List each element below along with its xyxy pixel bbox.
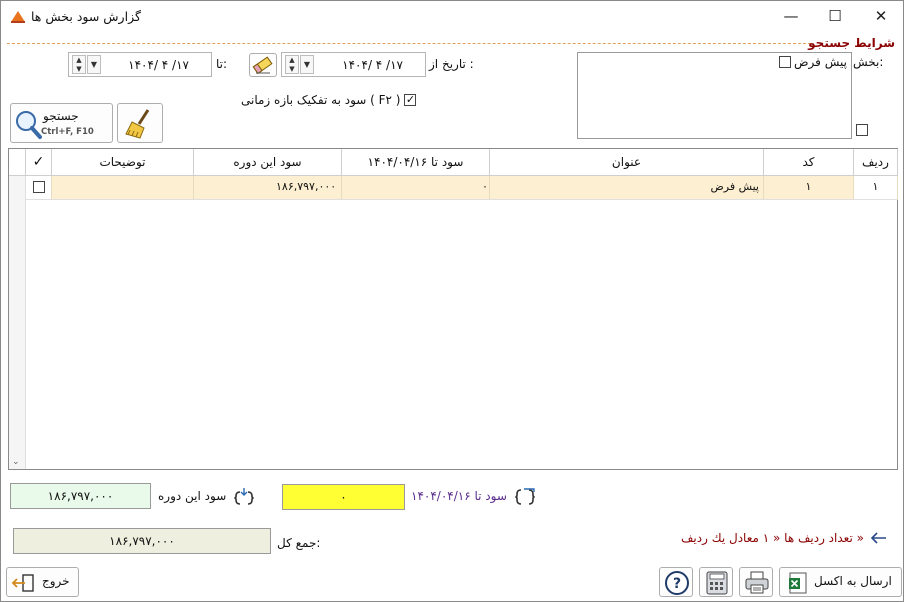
row-count-text: تعداد ردیف ها « ۱ معادل یك ردیف » [681,531,864,545]
export-excel-label: ارسال به اکسل [814,574,892,588]
exit-button[interactable]: خروج [6,567,79,597]
close-button[interactable]: ✕ [859,3,903,31]
cell-profit-until[interactable]: ۰ [342,176,490,200]
cell-profit-period[interactable]: ۱۸۶,۷۹۷,۰۰۰ [194,176,342,200]
close-icon: ✕ [874,7,888,25]
date-to-dropdown[interactable]: ▼ [87,55,101,74]
cell-code[interactable]: ۱ [764,176,854,200]
col-notes-header[interactable]: توضیحات [52,149,194,176]
calculator-button[interactable] [699,567,733,597]
eraser-icon [252,56,273,75]
calculator-icon [706,571,728,595]
cell-notes[interactable] [52,176,194,200]
date-to-spinner[interactable]: ▲ ▼ [72,55,86,74]
maximize-icon: ☐ [828,7,842,25]
date-from-spinner[interactable]: ▲ ▼ [285,55,299,74]
col-code-header[interactable]: کد [764,149,854,176]
grand-total-value: ۱۸۶,۷۹۷,۰۰۰ [13,528,271,554]
maximize-button[interactable]: ☐ [813,3,857,31]
date-to-value: ۱۴۰۴/ ۴ /۱۷ [128,58,189,72]
col-title-header[interactable]: عنوان [490,149,764,176]
profit-period-icon [234,488,254,505]
section-item-label: پیش فرض [794,55,847,69]
exit-label: خروج [42,574,70,588]
exit-icon [11,574,34,592]
export-excel-button[interactable]: ارسال به اکسل [779,567,902,597]
row-count-info: تعداد ردیف ها « ۱ معادل یك ردیف » [681,531,888,545]
help-icon: ? [665,571,689,595]
col-row-header[interactable]: ردیف [854,149,898,176]
date-from-dropdown[interactable]: ▼ [300,55,314,74]
minimize-icon: — [783,7,799,25]
clear-filters-button[interactable] [117,103,163,143]
row-checkbox[interactable] [33,181,45,193]
search-icon [16,111,42,139]
help-button[interactable]: ? [659,567,693,597]
profit-until-total: ۰ [282,484,405,510]
grid-corner [9,149,26,176]
broom-icon [125,109,150,139]
window-title: گزارش سود بخش ها [31,9,141,24]
split-period-option[interactable]: ✓ سود به تفکیک بازه زمانی ( F۲ ) [241,93,417,107]
col-profit-until-header[interactable]: سود تا ۱۴۰۴/۰۴/۱۶ [342,149,490,176]
eraser-button[interactable] [249,53,277,77]
excel-icon [789,572,807,594]
grand-total-label: جمع کل: [277,536,321,550]
profit-until-label: سود تا ۱۴۰۴/۰۴/۱۶ [411,489,507,503]
section-listbox[interactable]: پیش فرض [577,52,852,139]
search-button-label: جستجو [43,109,79,123]
profit-period-label: سود این دوره [158,489,227,503]
cell-row-number[interactable]: ۱ [854,176,898,200]
section-item-checkbox[interactable] [779,56,792,68]
cell-title[interactable]: پیش فرض [490,176,764,200]
section-label: بخش: [853,55,884,69]
search-shortcut: Ctrl+F, F10 [41,127,94,137]
col-profit-period-header[interactable]: سود این دوره [194,149,342,176]
date-from-field[interactable]: ▲ ▼ ▼ ۱۴۰۴/ ۴ /۱۷ [281,52,426,77]
arrow-left-icon [870,532,886,544]
scroll-down-icon[interactable]: ⌄ [12,457,20,467]
date-to-label: تا: [216,57,228,71]
group-divider [7,43,811,44]
printer-icon [745,571,769,594]
date-from-label: تاریخ از : [429,57,474,71]
title-bar: گزارش سود بخش ها — ☐ ✕ [1,1,903,33]
search-group-title: شرایط جستجو [808,36,895,50]
minimize-button[interactable]: — [769,3,813,31]
section-item[interactable]: پیش فرض [779,55,847,69]
date-to-field[interactable]: ▲ ▼ ▼ ۱۴۰۴/ ۴ /۱۷ [68,52,212,77]
report-window: گزارش سود بخش ها — ☐ ✕ شرایط جستجو بخش: … [0,0,904,602]
split-period-label: سود به تفکیک بازه زمانی ( F۲ ) [241,93,401,107]
print-button[interactable] [739,567,773,597]
cell-check[interactable] [26,176,52,200]
app-logo-icon [11,11,25,23]
profit-period-total: ۱۸۶,۷۹۷,۰۰۰ [10,483,151,509]
date-from-value: ۱۴۰۴/ ۴ /۱۷ [342,58,403,72]
select-all-sections-checkbox[interactable] [856,124,868,136]
split-period-checkbox[interactable]: ✓ [404,94,417,106]
col-check-header[interactable]: ✓ [26,149,52,176]
profit-until-icon [515,488,535,505]
vertical-scrollbar[interactable]: ⌄ [9,176,26,469]
svg-text:?: ? [673,576,681,592]
search-button[interactable]: جستجو Ctrl+F, F10 [10,103,113,143]
results-grid[interactable]: ردیف کد عنوان سود تا ۱۴۰۴/۰۴/۱۶ سود این … [8,148,898,470]
